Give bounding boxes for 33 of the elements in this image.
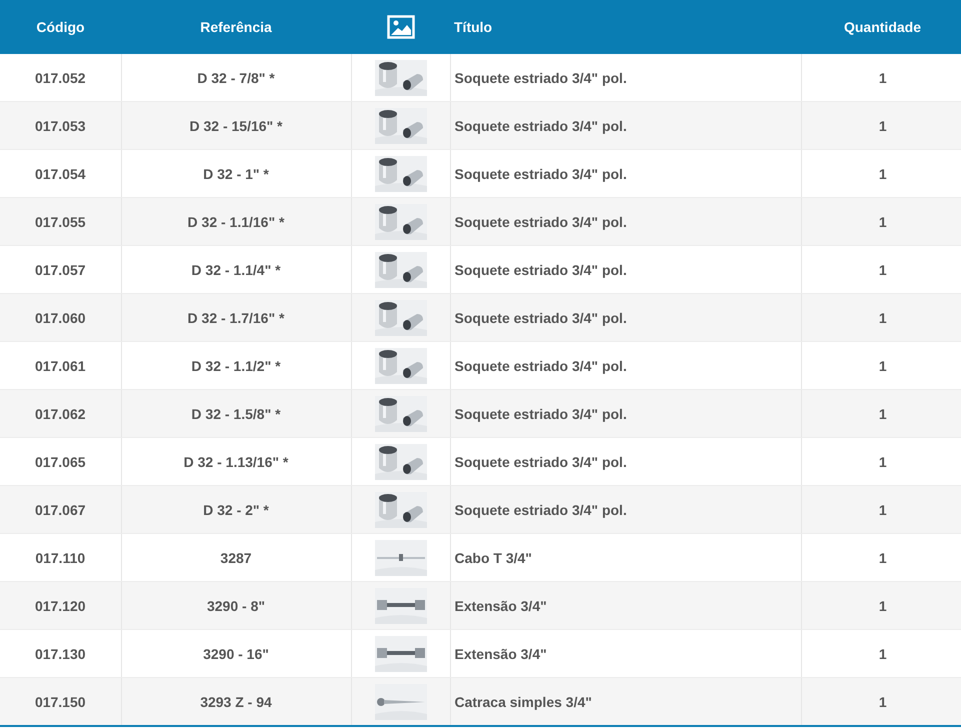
table-cell: 017.060 <box>0 294 121 342</box>
table-cell: Soquete estriado 3/4" pol. <box>450 486 801 534</box>
table-cell: 1 <box>801 102 961 150</box>
table-cell: 1 <box>801 198 961 246</box>
table-cell: Soquete estriado 3/4" pol. <box>450 198 801 246</box>
table-cell: 3290 - 8" <box>121 582 351 630</box>
table-cell: Soquete estriado 3/4" pol. <box>450 102 801 150</box>
table-cell: D 32 - 1.7/16" * <box>121 294 351 342</box>
table-cell: D 32 - 15/16" * <box>121 102 351 150</box>
table-cell: D 32 - 2" * <box>121 486 351 534</box>
table-cell: Catraca simples 3/4" <box>450 678 801 726</box>
table-cell: Soquete estriado 3/4" pol. <box>450 390 801 438</box>
table-cell: 017.062 <box>0 390 121 438</box>
table-cell: 3293 Z - 94 <box>121 678 351 726</box>
table-cell: 1 <box>801 678 961 726</box>
table-cell: Extensão 3/4" <box>450 582 801 630</box>
table-cell: 1 <box>801 486 961 534</box>
table-cell: Soquete estriado 3/4" pol. <box>450 294 801 342</box>
table-cell: 017.055 <box>0 198 121 246</box>
table-cell: 017.150 <box>0 678 121 726</box>
column-header: Código <box>0 0 121 54</box>
table-cell: 1 <box>801 294 961 342</box>
table-cell: 017.053 <box>0 102 121 150</box>
table-cell: 017.120 <box>0 582 121 630</box>
image-icon <box>386 15 414 39</box>
table-cell: 1 <box>801 582 961 630</box>
table-cell: 1 <box>801 390 961 438</box>
table-cell: D 32 - 1.1/16" * <box>121 198 351 246</box>
table-cell: 017.067 <box>0 486 121 534</box>
table-cell: D 32 - 1.5/8" * <box>121 390 351 438</box>
column-header: Quantidade <box>801 0 961 54</box>
column-header: Título <box>450 0 801 54</box>
column-header: Referência <box>121 0 351 54</box>
